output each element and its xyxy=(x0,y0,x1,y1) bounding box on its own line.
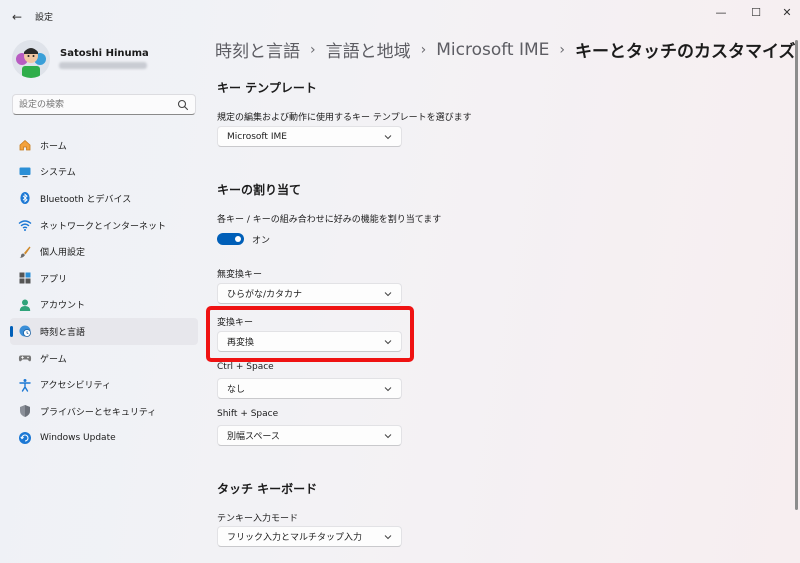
highlight-box xyxy=(206,306,414,362)
update-icon xyxy=(18,431,32,445)
dropdown-value: 別幅スペース xyxy=(227,432,280,442)
dropdown-value: なし xyxy=(227,385,246,395)
section-title-touch-keyboard: タッチ キーボード xyxy=(217,482,318,496)
bluetooth-icon xyxy=(18,191,32,205)
account-icon xyxy=(18,298,32,312)
sidebar-item-label: Bluetooth とデバイス xyxy=(40,194,132,205)
wifi-icon xyxy=(18,218,32,232)
accessibility-icon xyxy=(18,378,32,392)
ctrl-space-dropdown[interactable]: なし xyxy=(217,378,402,399)
home-icon xyxy=(18,138,32,152)
sidebar-item-accounts[interactable]: アカウント xyxy=(10,292,198,319)
sidebar-item-label: プライバシーとセキュリティ xyxy=(40,407,157,418)
brush-icon xyxy=(18,245,32,259)
breadcrumb-separator: › xyxy=(559,41,566,58)
ctrl-space-label: Ctrl + Space xyxy=(217,362,274,372)
section-title-key-assign: キーの割り当て xyxy=(217,183,302,197)
muhenkan-label: 無変換キー xyxy=(217,270,263,280)
sidebar-item-label: Windows Update xyxy=(40,432,116,443)
sidebar-item-network[interactable]: ネットワークとインターネット xyxy=(10,212,198,239)
maximize-icon: ☐ xyxy=(751,5,761,19)
sidebar-item-windows-update[interactable]: Windows Update xyxy=(10,425,198,452)
close-icon: ✕ xyxy=(782,5,792,19)
user-email-redacted xyxy=(59,62,147,69)
dropdown-value: ひらがな/カタカナ xyxy=(227,290,303,300)
system-icon xyxy=(18,165,32,179)
nav-sidebar: ホーム システム Bluetooth とデバイス ネットワークとインターネット … xyxy=(10,132,198,451)
apps-icon xyxy=(18,271,32,285)
dropdown-value: フリック入力とマルチタップ入力 xyxy=(227,533,363,543)
close-button[interactable]: ✕ xyxy=(772,3,800,21)
chevron-down-icon xyxy=(384,535,392,540)
sidebar-item-privacy[interactable]: プライバシーとセキュリティ xyxy=(10,398,198,425)
sidebar-item-label: アプリ xyxy=(40,274,68,285)
shift-space-dropdown[interactable]: 別幅スペース xyxy=(217,425,402,446)
breadcrumb: 時刻と言語 › 言語と地域 › Microsoft IME › キーとタッチのカ… xyxy=(215,37,796,63)
minimize-button[interactable]: — xyxy=(706,3,736,21)
page-title: キーとタッチのカスタマイズ xyxy=(575,42,796,62)
search-icon[interactable] xyxy=(177,99,189,111)
key-assign-toggle[interactable] xyxy=(217,233,244,245)
breadcrumb-language-region[interactable]: 言語と地域 xyxy=(326,37,411,62)
sidebar-item-label: ホーム xyxy=(40,141,67,152)
gamepad-icon xyxy=(18,351,32,365)
toggle-state-label: オン xyxy=(252,236,271,246)
sidebar-item-label: 個人用設定 xyxy=(40,248,86,259)
key-template-dropdown[interactable]: Microsoft IME xyxy=(217,126,402,147)
sidebar-item-bluetooth[interactable]: Bluetooth とデバイス xyxy=(10,185,198,212)
sidebar-item-label: 時刻と言語 xyxy=(40,327,86,338)
sidebar-item-label: アクセシビリティ xyxy=(40,381,112,392)
chevron-down-icon xyxy=(384,387,392,392)
sidebar-item-label: アカウント xyxy=(40,301,86,312)
sidebar-item-gaming[interactable]: ゲーム xyxy=(10,345,198,372)
tenkey-dropdown[interactable]: フリック入力とマルチタップ入力 xyxy=(217,526,402,547)
back-button[interactable]: ← xyxy=(8,8,26,26)
sidebar-item-label: ゲーム xyxy=(40,354,67,365)
key-assign-description: 各キー / キーの組み合わせに好みの機能を割り当てます xyxy=(217,215,442,225)
muhenkan-dropdown[interactable]: ひらがな/カタカナ xyxy=(217,283,402,304)
avatar xyxy=(12,40,50,78)
search-input[interactable] xyxy=(19,98,169,112)
chevron-down-icon xyxy=(384,434,392,439)
chevron-down-icon xyxy=(384,292,392,297)
shift-space-label: Shift + Space xyxy=(217,409,279,419)
settings-search[interactable] xyxy=(12,94,196,115)
key-template-description: 規定の編集および動作に使用するキー テンプレートを選びます xyxy=(217,113,472,123)
section-title-key-template: キー テンプレート xyxy=(217,81,317,95)
breadcrumb-separator: › xyxy=(310,41,316,58)
sidebar-item-label: ネットワークとインターネット xyxy=(40,221,167,232)
toggle-knob xyxy=(235,236,241,242)
time-language-icon xyxy=(18,324,32,338)
sidebar-item-label: システム xyxy=(40,168,76,179)
sidebar-item-accessibility[interactable]: アクセシビリティ xyxy=(10,371,198,398)
sidebar-item-apps[interactable]: アプリ xyxy=(10,265,198,292)
title-bar: ← 設定 — ☐ ✕ xyxy=(0,0,800,32)
minimize-icon: — xyxy=(715,5,727,19)
back-arrow-icon: ← xyxy=(11,10,23,24)
tenkey-label: テンキー入力モード xyxy=(217,514,299,524)
scrollbar[interactable] xyxy=(795,40,798,550)
scroll-thumb[interactable] xyxy=(795,40,798,510)
shield-icon xyxy=(18,404,32,418)
dropdown-value: Microsoft IME xyxy=(227,131,287,142)
breadcrumb-separator: › xyxy=(420,41,427,58)
maximize-button[interactable]: ☐ xyxy=(741,3,771,21)
sidebar-item-home[interactable]: ホーム xyxy=(10,132,198,159)
sidebar-item-time-language[interactable]: 時刻と言語 xyxy=(10,318,198,345)
breadcrumb-time-language[interactable]: 時刻と言語 xyxy=(215,37,300,62)
sidebar-item-system[interactable]: システム xyxy=(10,159,198,186)
sidebar-item-personalization[interactable]: 個人用設定 xyxy=(10,238,198,265)
breadcrumb-microsoft-ime[interactable]: Microsoft IME xyxy=(436,40,549,60)
chevron-down-icon xyxy=(384,135,392,140)
app-title: 設定 xyxy=(35,13,54,23)
user-name: Satoshi Hinuma xyxy=(60,48,149,59)
